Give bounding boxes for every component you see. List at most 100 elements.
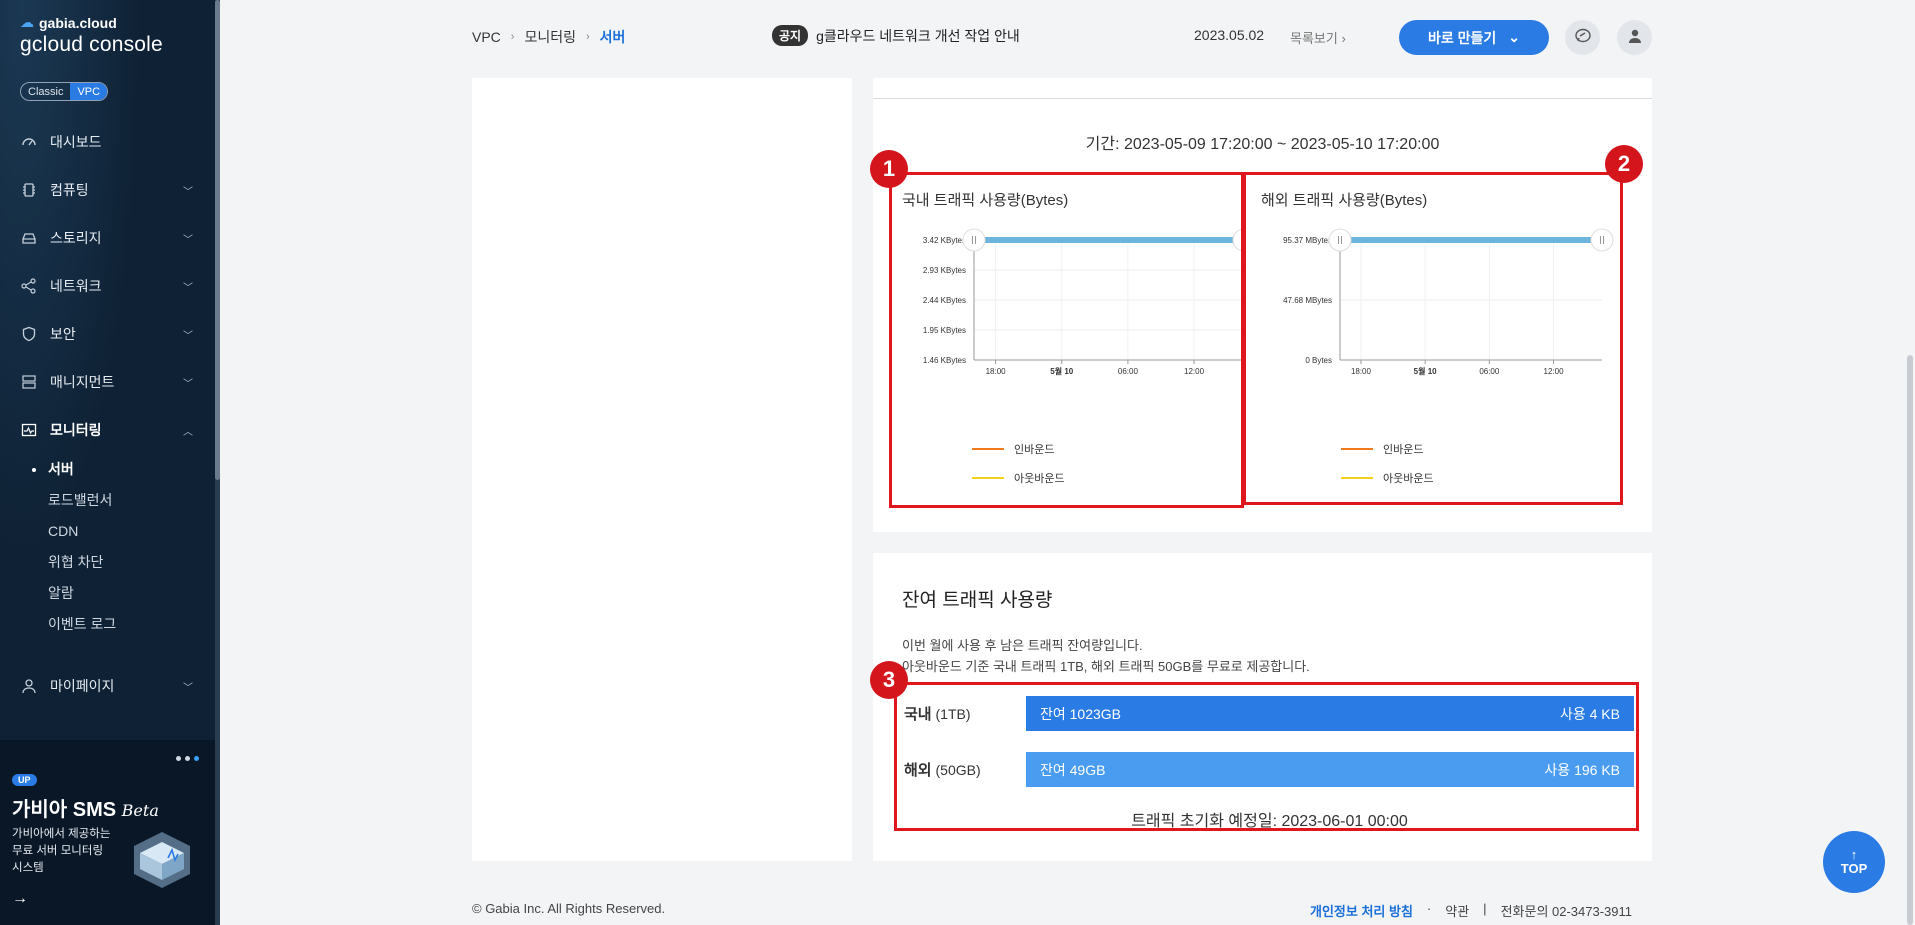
usage-region: 국내 — [904, 706, 932, 723]
promo-banner[interactable]: UP 가비아 SMS Beta 가비아에서 제공하는 무료 서버 모니터링 시스… — [0, 740, 215, 925]
chevron-right-icon: › — [586, 31, 590, 43]
network-icon — [20, 277, 38, 295]
usage-row-label: 국내 (1TB) — [904, 703, 1026, 724]
remaining-usage-box: 국내 (1TB) 잔여 1023GB 사용 4 KB 해외 (50GB) 잔여 4… — [894, 682, 1639, 831]
period-label: 기간: 2023-05-09 17:20:00 ~ 2023-05-10 17:… — [1085, 136, 1440, 153]
subnav-item-server[interactable]: 서버 — [32, 454, 215, 485]
scroll-top-button[interactable]: ↑ TOP — [1823, 831, 1885, 893]
footer-contact: 전화문의 02-3473-3911 — [1500, 904, 1633, 919]
sidebar-item-security[interactable]: 보안 ﹀ — [0, 310, 215, 358]
sidebar-scrollbar[interactable] — [215, 0, 220, 925]
range-handle-right — [1590, 228, 1614, 252]
usage-bar: 잔여 49GB 사용 196 KB — [1026, 752, 1634, 787]
chat-bubble-icon — [1574, 27, 1592, 49]
notice-date: 2023.05.02 — [1194, 27, 1265, 43]
create-button[interactable]: 바로 만들기 ⌄ — [1399, 20, 1549, 55]
carousel-dot-active[interactable] — [194, 756, 199, 761]
footer-dot: · — [1426, 901, 1432, 916]
carousel-dot[interactable] — [176, 756, 181, 761]
promo-desc-line: 시스템 — [12, 862, 44, 874]
range-handle-left — [962, 228, 986, 252]
legend-inbound[interactable]: 인바운드 — [1341, 441, 1423, 457]
subnav-item-threat-block[interactable]: 위협 차단 — [48, 547, 215, 578]
brand-main: gcloud console — [20, 33, 163, 56]
usage-bar: 잔여 1023GB 사용 4 KB — [1026, 696, 1634, 731]
y-tick-label: 3.42 KBytes — [923, 236, 966, 245]
sidebar-scrollbar-thumb[interactable] — [215, 0, 220, 480]
x-tick-label: 18:00 — [986, 367, 1007, 376]
notice-more-link[interactable]: 목록보기 › — [1290, 28, 1346, 47]
x-tick-label: 12:00 — [1544, 367, 1565, 376]
usage-remaining: 잔여 49GB — [1040, 761, 1106, 778]
legend-label: 인바운드 — [1014, 444, 1055, 456]
legend-outbound[interactable]: 아웃바운드 — [972, 470, 1065, 486]
footer-links: 개인정보 처리 방침 · 약관 | 전화문의 02-3473-3911 — [1310, 901, 1632, 920]
legend-swatch-inbound — [1341, 448, 1373, 450]
notice-text[interactable]: g클라우드 네트워크 개선 작업 안내 — [816, 26, 1020, 46]
usage-quota: (50GB) — [935, 762, 981, 778]
monitoring-subnav: 서버 로드밸런서 CDN 위협 차단 알람 이벤트 로그 — [0, 454, 215, 640]
sidebar-item-monitoring[interactable]: 모니터링 ︿ — [0, 406, 215, 454]
logo[interactable]: ☁ gabia.cloud gcloud console — [20, 14, 163, 57]
arrow-right-icon[interactable]: → — [12, 890, 28, 908]
privacy-policy-link[interactable]: 개인정보 처리 방침 — [1310, 901, 1413, 920]
legend-swatch-inbound — [972, 448, 1004, 450]
carousel-dot[interactable] — [185, 756, 190, 761]
sidebar: ☁ gabia.cloud gcloud console Classic VPC … — [0, 0, 220, 925]
create-button-label: 바로 만들기 — [1427, 29, 1497, 46]
usage-remaining: 잔여 1023GB — [1040, 705, 1122, 722]
usage-row-domestic: 국내 (1TB) 잔여 1023GB 사용 4 KB — [904, 696, 1634, 731]
sidebar-item-label: 매니지먼트 — [50, 374, 115, 390]
page-scrollbar[interactable] — [1907, 355, 1913, 925]
breadcrumb-item-vpc[interactable]: VPC — [472, 29, 501, 45]
terms-link[interactable]: 약관 — [1445, 901, 1469, 920]
sidebar-item-label: 모니터링 — [50, 422, 102, 438]
annotation-marker-1: 1 — [870, 150, 908, 188]
scroll-top-label: TOP — [1840, 861, 1868, 876]
sidebar-item-network[interactable]: 네트워크 ﹀ — [0, 262, 215, 310]
domestic-chart-box: 국내 트래픽 사용량(Bytes) 3.42 KBytes 2.93 KBytes… — [889, 172, 1244, 508]
subnav-item-loadbalancer[interactable]: 로드밸런서 — [48, 485, 215, 516]
x-tick-label: 5월 10 — [1050, 366, 1073, 376]
chevron-down-icon: ﹀ — [183, 282, 193, 294]
promo-badge: UP — [12, 774, 37, 786]
section-title: 잔여 트래픽 사용량 — [902, 590, 1053, 611]
y-tick-label: 1.46 KBytes — [923, 356, 966, 365]
divider — [873, 98, 1652, 99]
chat-button[interactable] — [1565, 20, 1600, 55]
sidebar-item-computing[interactable]: 컴퓨팅 ﹀ — [0, 166, 215, 214]
promo-title-suffix: Beta — [121, 801, 159, 820]
domestic-traffic-chart[interactable]: 3.42 KBytes 2.93 KBytes 2.44 KBytes 1.95 KB… — [892, 223, 1241, 423]
subnav-item-alarm[interactable]: 알람 — [48, 578, 215, 609]
mode-classic[interactable]: Classic — [21, 83, 70, 100]
section-description: 이번 월에 사용 후 남은 트래픽 잔여량입니다. 아웃바운드 기준 국내 트래… — [902, 635, 1310, 677]
description-line: 아웃바운드 기준 국내 트래픽 1TB, 해외 트래픽 50GB를 무료로 제공… — [902, 659, 1310, 674]
profile-button[interactable] — [1617, 20, 1652, 55]
chevron-down-icon: ﹀ — [183, 378, 193, 390]
range-selector-bar — [1340, 237, 1602, 243]
sidebar-item-storage[interactable]: 스토리지 ﹀ — [0, 214, 215, 262]
promo-desc-line: 가비아에서 제공하는 — [12, 828, 111, 840]
promo-illustration-icon — [128, 828, 196, 894]
notice-more-label: 목록보기 — [1290, 31, 1338, 46]
carousel-dots — [176, 756, 199, 761]
description-line: 이번 월에 사용 후 남은 트래픽 잔여량입니다. — [902, 638, 1143, 653]
sidebar-item-mypage[interactable]: 마이페이지 ﹀ — [0, 662, 215, 710]
dashboard-icon — [20, 133, 38, 151]
mode-vpc[interactable]: VPC — [70, 83, 108, 100]
legend-inbound[interactable]: 인바운드 — [972, 441, 1054, 457]
sidebar-item-management[interactable]: 매니지먼트 ﹀ — [0, 358, 215, 406]
range-selector-bar — [974, 237, 1241, 243]
x-tick-label: 06:00 — [1118, 367, 1139, 376]
subnav-item-cdn[interactable]: CDN — [48, 516, 215, 547]
overseas-traffic-chart[interactable]: 95.37 MBytes 47.68 MBytes 0 Bytes 18:00 5월 1… — [1246, 223, 1620, 423]
breadcrumb-item-monitoring[interactable]: 모니터링 — [524, 27, 576, 47]
legend-outbound[interactable]: 아웃바운드 — [1341, 470, 1434, 486]
sidebar-item-dashboard[interactable]: 대시보드 — [0, 118, 215, 166]
storage-icon — [20, 229, 38, 247]
subnav-item-event-log[interactable]: 이벤트 로그 — [48, 609, 215, 640]
arrow-up-icon: ↑ — [1850, 847, 1858, 862]
notice[interactable]: 공지 g클라우드 네트워크 개선 작업 안내 — [772, 25, 1020, 46]
chevron-down-icon: ⌄ — [1508, 29, 1521, 45]
shield-icon — [20, 325, 38, 343]
